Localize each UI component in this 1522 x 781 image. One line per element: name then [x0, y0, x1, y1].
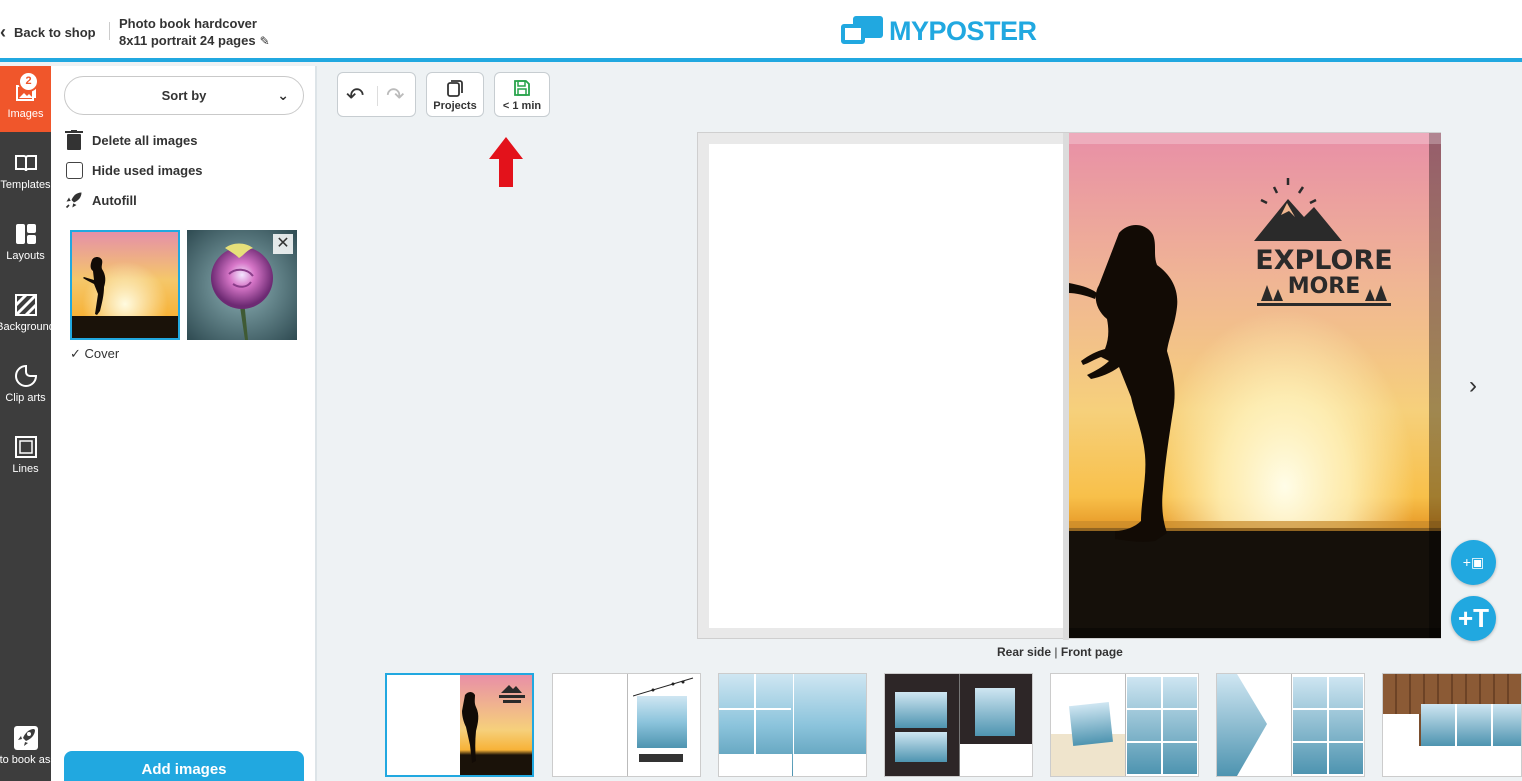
trash-icon — [64, 130, 84, 150]
tool-rail: 2 Images Templates Layouts Background Cl… — [0, 66, 51, 781]
rail-item-lines[interactable]: Lines — [0, 421, 51, 487]
cover-photo[interactable]: EXPLORE MORE — [1069, 133, 1441, 638]
header-divider — [109, 22, 110, 40]
spread-label: Rear side | Front page — [997, 645, 1123, 659]
layout-icon — [15, 224, 36, 244]
rail-label-assistant: Photo book assistant — [0, 754, 51, 766]
sort-by-select[interactable]: Sort by ⌄ — [64, 76, 304, 115]
spread-thumbnail-2[interactable] — [552, 673, 701, 777]
back-to-shop-link[interactable]: ‹ Back to shop — [0, 20, 96, 44]
chevron-left-icon: ‹ — [0, 22, 6, 42]
product-format: 8x11 portrait 24 pages — [119, 33, 256, 48]
add-images-button[interactable]: Add images — [64, 751, 304, 781]
chevron-shape-photo — [1217, 674, 1267, 776]
frame-icon — [14, 436, 37, 458]
images-count-badge: 2 — [18, 71, 39, 92]
images-panel: Sort by ⌄ Delete all images Hide used im… — [51, 66, 317, 781]
save-icon — [514, 80, 530, 96]
spread-thumbnail-6[interactable] — [1216, 673, 1365, 777]
history-controls: ↶ ↷ — [337, 72, 416, 117]
sunset-silhouette-image — [72, 232, 178, 338]
projects-label: Projects — [433, 100, 477, 112]
cover-text-more: MORE — [1288, 274, 1361, 299]
product-title: Photo book hardcover — [119, 16, 257, 31]
projects-icon — [447, 80, 463, 97]
add-image-fab[interactable]: +▣ — [1451, 540, 1496, 585]
projects-button[interactable]: Projects — [426, 72, 484, 117]
cover-tag-label: Cover — [84, 346, 120, 361]
spread-thumbnail-4[interactable] — [884, 673, 1033, 777]
add-image-icon: +▣ — [1462, 554, 1485, 570]
cover-text-explore: EXPLORE — [1255, 245, 1392, 276]
remove-image-icon[interactable]: ✕ — [273, 234, 293, 254]
image-thumbnail-sunset[interactable] — [70, 230, 180, 340]
add-text-fab[interactable]: +T — [1451, 596, 1496, 641]
autofill-label: Autofill — [92, 192, 137, 208]
rail-item-clip-arts[interactable]: Clip arts — [0, 350, 51, 416]
delete-all-images-label: Delete all images — [92, 132, 198, 148]
hide-used-images-toggle[interactable]: Hide used images — [64, 159, 203, 181]
rocket-icon — [64, 190, 84, 210]
cover-used-tag: ✓ Cover — [70, 346, 119, 362]
redo-icon[interactable]: ↷ — [386, 83, 404, 109]
book-spread-canvas[interactable]: EXPLORE MORE — [697, 132, 1441, 640]
image-thumbnail-rose[interactable]: ✕ — [187, 230, 297, 340]
save-button[interactable]: < 1 min — [494, 72, 550, 117]
front-page[interactable]: EXPLORE MORE — [1069, 133, 1441, 638]
autofill-button[interactable]: Autofill — [64, 189, 137, 211]
myposter-logo[interactable]: MYPOSTER — [841, 14, 1037, 48]
red-arrow-annotation-icon — [489, 137, 523, 187]
undo-icon[interactable]: ↶ — [346, 83, 364, 109]
logo-mark-icon — [841, 14, 883, 48]
clipart-icon — [14, 364, 37, 387]
chevron-down-icon: ⌄ — [277, 87, 289, 103]
check-icon: ✓ — [70, 346, 81, 361]
background-icon — [14, 293, 37, 317]
product-info[interactable]: Photo book hardcover 8x11 portrait 24 pa… — [119, 15, 270, 50]
rail-item-layouts[interactable]: Layouts — [0, 208, 51, 274]
spread-thumbnail-5[interactable] — [1050, 673, 1199, 777]
next-spread-chevron-icon[interactable]: › — [1462, 372, 1484, 400]
sort-by-label: Sort by — [161, 88, 207, 103]
back-to-shop-label: Back to shop — [14, 24, 96, 40]
rail-label-lines: Lines — [12, 463, 39, 475]
logo-text: MYPOSTER — [889, 15, 1037, 46]
rail-label-clip-arts: Clip arts — [5, 392, 46, 404]
pencil-edit-icon[interactable]: ✎ — [260, 34, 270, 48]
rail-item-templates[interactable]: Templates — [0, 137, 51, 203]
book-icon — [14, 155, 37, 172]
birds-branch-decor — [633, 677, 694, 697]
cover-thumb-art — [462, 685, 525, 763]
spread-thumbnail-3[interactable] — [718, 673, 867, 777]
rail-label-layouts: Layouts — [6, 250, 45, 262]
add-text-icon: +T — [1457, 603, 1490, 633]
rail-label-templates: Templates — [0, 179, 51, 191]
spread-thumbnail-7[interactable] — [1382, 673, 1522, 777]
hide-used-checkbox[interactable] — [65, 161, 83, 179]
rocket-icon — [13, 726, 38, 750]
rail-label-background: Background — [0, 321, 51, 333]
spread-label-right: Front page — [1060, 645, 1123, 659]
spread-label-separator: | — [1054, 645, 1058, 659]
hide-used-images-label: Hide used images — [92, 162, 203, 178]
spread-thumbnail-cover[interactable] — [385, 673, 534, 777]
rail-item-assistant[interactable]: Photo book assistant — [0, 716, 51, 781]
spread-label-left: Rear side — [997, 645, 1052, 659]
rail-item-background[interactable]: Background — [0, 279, 51, 345]
delete-all-images-button[interactable]: Delete all images — [64, 129, 198, 151]
top-header: ‹ Back to shop Photo book hardcover 8x11… — [0, 0, 1522, 62]
save-status-label: < 1 min — [502, 100, 542, 112]
rail-item-images[interactable]: 2 Images — [0, 66, 51, 132]
rail-label-images: Images — [7, 108, 44, 120]
history-divider — [377, 86, 378, 106]
rear-side-page[interactable] — [709, 144, 1065, 628]
